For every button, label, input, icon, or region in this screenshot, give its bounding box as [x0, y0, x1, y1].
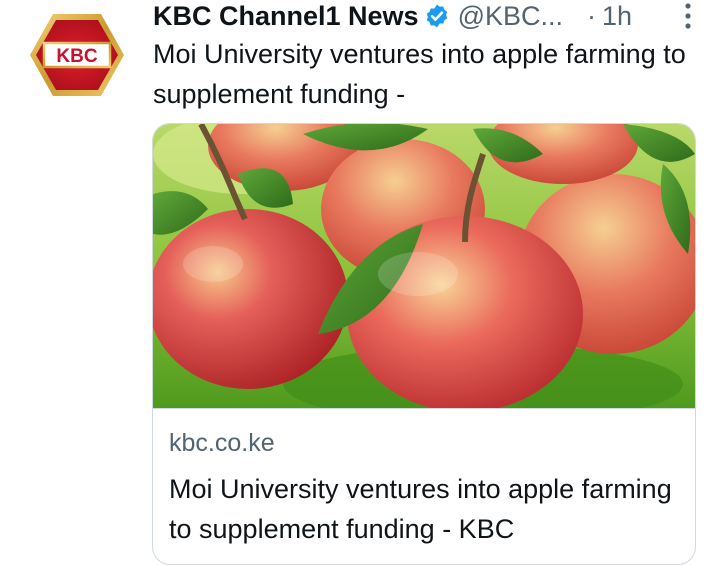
apples-photo[interactable] [153, 124, 695, 408]
tweet-time[interactable]: 1h [602, 1, 632, 32]
verified-badge-icon [426, 4, 447, 28]
time-separator: · [587, 0, 596, 31]
avatar-label: KBC [56, 46, 97, 67]
more-options-icon[interactable] [684, 2, 692, 30]
card-domain: kbc.co.ke [169, 429, 275, 457]
tweet-text: Moi University ventures into apple farmi… [153, 39, 686, 109]
card-body[interactable]: kbc.co.ke Moi University ventures into a… [153, 408, 695, 544]
kbc-logo-avatar[interactable]: KBC [28, 10, 126, 100]
author-handle[interactable]: @KBC... [458, 1, 563, 32]
tweet-header: KBC Channel1 News @KBC... · 1h [153, 0, 713, 32]
author-name[interactable]: KBC Channel1 News [153, 1, 419, 32]
card-title: Moi University ventures into apple farmi… [169, 474, 672, 544]
link-preview-card[interactable]: kbc.co.ke Moi University ventures into a… [152, 123, 696, 565]
